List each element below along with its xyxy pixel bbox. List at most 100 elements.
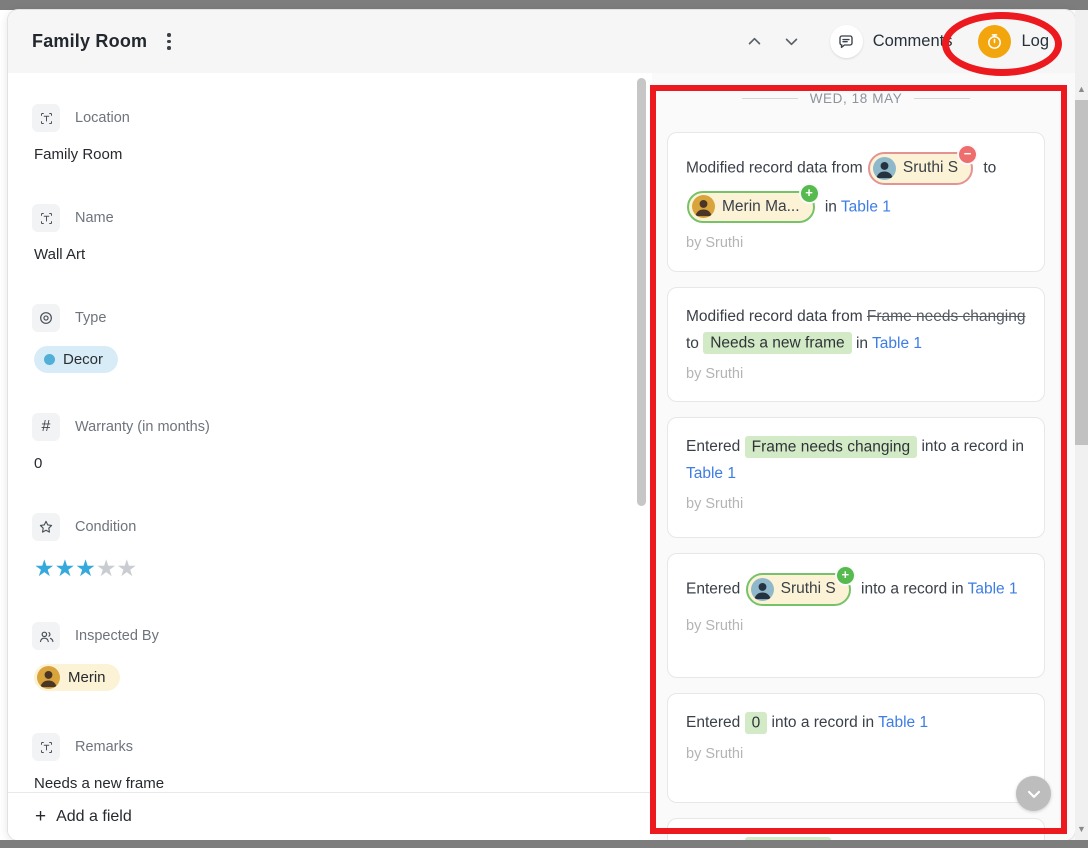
collaborator-pill-removed: Sruthi S − [867,144,979,185]
collaborator-icon [32,622,60,650]
record-fields-panel: Location Family Room Name Wall Art Type Decor… [8,73,652,840]
log-entry-card: Entered Frame needs changing into a reco… [667,417,1045,538]
field-condition: Condition ★★★★★ [32,513,612,582]
scrollbar-thumb[interactable] [1075,100,1088,445]
field-label-condition: Condition [75,519,137,535]
field-header-name: Name [32,204,612,232]
single-select-icon [32,304,60,332]
log-text-segment: Modified record data from [686,308,867,325]
field-value-condition[interactable]: ★★★★★ [32,555,612,582]
log-entry-author: by Sruthi [686,496,744,513]
option-color-dot [44,354,55,365]
page-title: Family Room [32,31,148,51]
field-value-remarks[interactable]: Needs a new frame [32,775,612,793]
star-empty-icon: ★ [95,555,117,581]
star-filled-icon: ★ [54,555,76,581]
scroll-down-button[interactable] [1016,776,1051,811]
log-text-segment: Modified record data from [686,159,867,177]
field-header-remarks: Remarks [32,733,612,761]
field-label-warranty: Warranty (in months) [75,419,210,435]
minus-badge-icon: − [957,144,979,165]
plus-badge-icon: + [798,182,820,204]
log-entry-card: Modified record data from Sruthi S − to M… [667,132,1045,272]
log-entry-author: by Sruthi [686,745,744,762]
page-scrollbar[interactable]: ▲ ▼ [1075,10,1088,840]
date-rule-right [914,98,971,99]
option-label: Decor [63,351,104,368]
removed-value-text: Frame needs changing [866,308,1026,325]
field-type: Type Decor [32,304,612,373]
log-entry-text: Entered Frame needs changing into a reco… [686,434,1026,487]
date-label: WED, 18 MAY [809,91,903,106]
log-button[interactable]: Log [978,25,1049,58]
table-link[interactable]: Table 1 [872,335,922,352]
log-text-segment: in [851,334,873,352]
table-link[interactable]: Table 1 [841,198,891,215]
rating-icon [32,513,60,541]
log-entry-card: Modified record data from Frame needs ch… [667,287,1045,402]
previous-record-button[interactable] [746,33,763,50]
record-menu-button[interactable] [163,29,175,54]
table-link[interactable]: Table 1 [686,465,736,482]
log-entry-text: Modified record data from Frame needs ch… [686,304,1026,357]
value-highlight: Frame needs changing [744,435,918,458]
text-field-icon [32,733,60,761]
field-label-type: Type [75,310,107,326]
field-value-type[interactable]: Decor [32,346,612,373]
field-header-location: Location [32,104,612,132]
activity-log-panel: WED, 18 MAY Modified record data from Sr… [652,73,1075,840]
add-field-button[interactable]: + Add a field [8,792,652,840]
top-frame-bar [0,0,1088,10]
log-text-segment: into a record in [856,580,968,598]
log-entry-text: Modified record data from Sruthi S − to M… [686,144,1026,226]
value-highlight: Needs a new frame [703,332,852,355]
bottom-frame-bar [0,840,1088,848]
table-link[interactable]: Table 1 [878,714,928,731]
log-entries-list: Modified record data from Sruthi S − to M… [667,132,1075,840]
number-icon: # [32,413,60,441]
scrollbar-up-arrow[interactable]: ▲ [1075,82,1088,96]
chevron-down-icon [1027,790,1040,798]
field-value-inspected-by[interactable]: Merin [32,664,612,693]
comment-bubble-icon [829,25,863,58]
text-field-icon [32,204,60,232]
log-text-segment: to [979,159,997,177]
log-entry-card: Entered ★★★★★ 3 into a record in by Srut… [667,818,1045,840]
collaborator-name: Merin Ma... [722,197,800,215]
log-text-segment: in [820,198,841,216]
fields-scrollbar-thumb[interactable] [637,78,646,506]
record-modal: Family Room Comments Log Location Family… [8,10,1075,840]
scrollbar-down-arrow[interactable]: ▼ [1075,822,1088,836]
collaborator-pill-added: Sruthi S + [745,565,856,606]
log-text-segment: into a record in [767,714,879,731]
star-rating[interactable]: ★★★★★ [34,555,137,581]
field-value-name[interactable]: Wall Art [32,246,612,264]
log-text-segment: into a record in [917,438,1024,455]
log-entry-author: by Sruthi [686,235,744,252]
field-value-location[interactable]: Family Room [32,146,612,164]
field-label-remarks: Remarks [75,739,134,755]
value-highlight: 0 [744,711,768,734]
add-field-label: Add a field [56,807,132,825]
field-remarks: Remarks Needs a new frame [32,733,612,793]
collaborator-name: Merin [68,669,106,686]
screenshot-frame: Family Room Comments Log Location Family… [0,0,1088,848]
sruthi-avatar [872,156,896,180]
chevron-down-icon [785,38,797,46]
comments-label: Comments [872,32,953,50]
field-header-type: Type [32,304,612,332]
sruthi-avatar [750,577,774,601]
date-rule-left [741,98,798,99]
log-entry-card: Entered 0 into a record in Table 1 by Sru… [667,693,1045,803]
table-link[interactable]: Table 1 [968,580,1018,597]
field-label-inspected-by: Inspected By [75,628,159,644]
star-filled-icon: ★ [75,555,96,581]
comments-button[interactable]: Comments [829,25,953,58]
next-record-button[interactable] [783,33,800,50]
field-value-warranty[interactable]: 0 [32,455,612,473]
field-name: Name Wall Art [32,204,612,264]
field-warranty: # Warranty (in months) 0 [32,413,612,473]
star-empty-icon: ★ [116,555,138,581]
field-header-warranty: # Warranty (in months) [32,413,612,441]
log-entry-card: Entered Sruthi S + into a record in Table… [667,553,1045,678]
